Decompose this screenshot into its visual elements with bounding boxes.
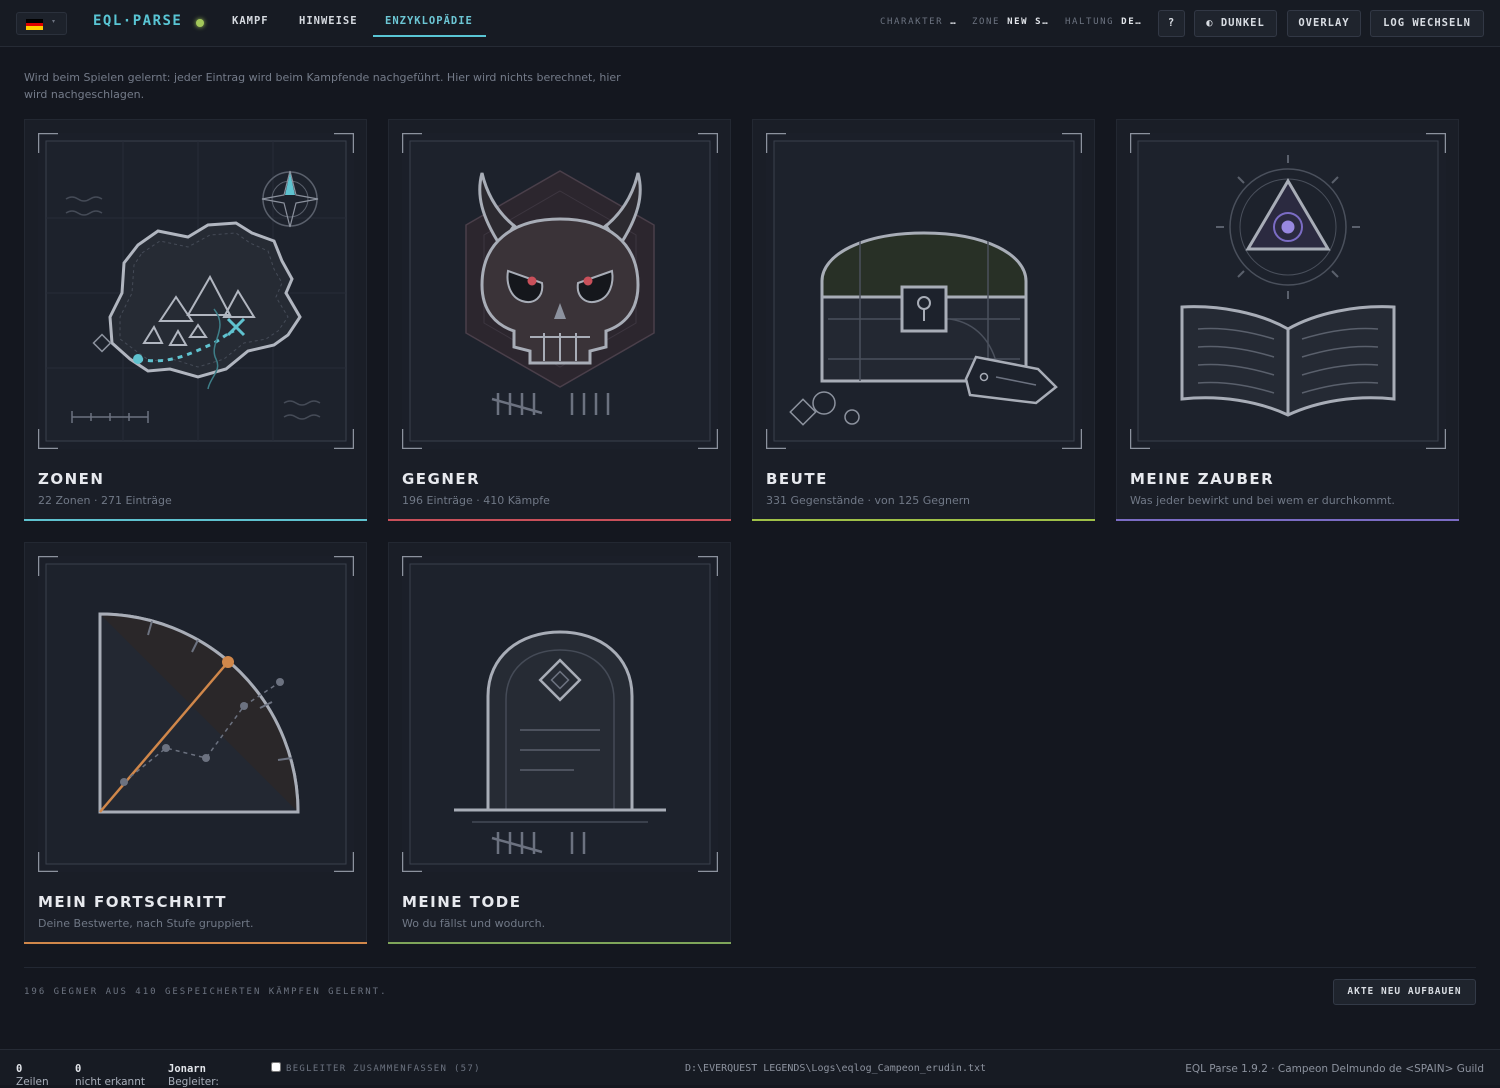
status-footer: Zeilen 0 nicht erkannt 0 Begleiter: Jona…: [0, 1049, 1500, 1088]
tab-kampf[interactable]: KAMPF: [232, 15, 269, 27]
overlay-button[interactable]: OVERLAY: [1287, 10, 1361, 37]
card-meine-zauber[interactable]: MEINE ZAUBER Was jeder bewirkt und bei w…: [1116, 119, 1459, 521]
switch-log-button[interactable]: LOG WECHSELN: [1370, 10, 1484, 37]
card-accent-bar: [752, 519, 1095, 521]
connection-status-dot: [196, 19, 204, 27]
card-subtitle: 196 Einträge · 410 Kämpfe: [402, 494, 550, 507]
version-info: EQL Parse 1.9.2 · Campeon Delmundo de <S…: [1185, 1063, 1484, 1075]
card-accent-bar: [24, 942, 367, 944]
progress-gauge-icon: [38, 556, 354, 872]
character-field[interactable]: CHARAKTER …: [880, 17, 964, 27]
tab-enzyklopaedie[interactable]: ENZYKLOPÄDIE: [385, 15, 473, 27]
treasure-map-icon: [38, 133, 354, 449]
language-select[interactable]: ▾: [16, 12, 67, 35]
theme-toggle-button[interactable]: ◐ DUNKEL: [1194, 10, 1277, 37]
chevron-down-icon: ▾: [52, 18, 56, 25]
active-tab-indicator: [373, 35, 486, 37]
card-beute[interactable]: BEUTE 331 Gegenstände · von 125 Gegnern: [752, 119, 1095, 521]
card-title: ZONEN: [38, 470, 105, 488]
merge-companions-label[interactable]: BEGLEITER ZUSAMMENFASSEN (57): [286, 1064, 481, 1074]
card-title: BEUTE: [766, 470, 828, 488]
card-title: MEINE ZAUBER: [1130, 470, 1275, 488]
rebuild-records-button[interactable]: AKTE NEU AUFBAUEN: [1333, 979, 1476, 1005]
companion-info: Begleiter: Jonarn: [168, 1063, 219, 1088]
card-zonen[interactable]: ZONEN 22 Zonen · 271 Einträge: [24, 119, 367, 521]
treasure-chest-icon: [766, 133, 1082, 449]
half-circle-icon: ◐: [1206, 17, 1214, 29]
tab-hinweise[interactable]: HINWEISE: [299, 15, 358, 27]
learned-summary: 196 GEGNER AUS 410 GESPEICHERTEN KÄMPFEN…: [24, 987, 388, 997]
spellbook-icon: [1130, 133, 1446, 449]
card-accent-bar: [1116, 519, 1459, 521]
horned-skull-icon: [402, 133, 718, 449]
card-accent-bar: [388, 942, 731, 944]
card-subtitle: 22 Zonen · 271 Einträge: [38, 494, 172, 507]
card-accent-bar: [388, 519, 731, 521]
zone-field[interactable]: ZONE NEW S…: [972, 17, 1054, 27]
card-title: MEIN FORTSCHRITT: [38, 893, 227, 911]
card-subtitle: Was jeder bewirkt und bei wem er durchko…: [1130, 494, 1395, 507]
app-brand: EQL·PARSE: [93, 13, 183, 29]
intro-text: Wird beim Spielen gelernt: jeder Eintrag…: [24, 71, 621, 101]
card-title: GEGNER: [402, 470, 481, 488]
stance-field[interactable]: HALTUNG DE…: [1065, 17, 1147, 27]
card-accent-bar: [24, 519, 367, 521]
german-flag-icon: [26, 19, 43, 31]
help-button[interactable]: ?: [1158, 10, 1185, 37]
top-bar: ▾ EQL·PARSE KAMPF HINWEISE ENZYKLOPÄDIE …: [0, 0, 1500, 47]
rows-counter: Zeilen 0: [16, 1063, 49, 1088]
card-mein-fortschritt[interactable]: MEIN FORTSCHRITT Deine Bestwerte, nach S…: [24, 542, 367, 944]
card-meine-tode[interactable]: MEINE TODE Wo du fällst und wodurch.: [388, 542, 731, 944]
card-subtitle: Deine Bestwerte, nach Stufe gruppiert.: [38, 917, 254, 930]
merge-companions-checkbox[interactable]: [271, 1062, 281, 1072]
section-divider: [24, 967, 1476, 968]
card-subtitle: 331 Gegenstände · von 125 Gegnern: [766, 494, 971, 507]
unrecognized-counter: nicht erkannt 0: [75, 1063, 145, 1088]
log-file-path: D:\EVERQUEST LEGENDS\Logs\eqlog_Campeon_…: [685, 1063, 987, 1074]
card-subtitle: Wo du fällst und wodurch.: [402, 917, 546, 930]
tombstone-icon: [402, 556, 718, 872]
card-gegner[interactable]: GEGNER 196 Einträge · 410 Kämpfe: [388, 119, 731, 521]
card-title: MEINE TODE: [402, 893, 522, 911]
